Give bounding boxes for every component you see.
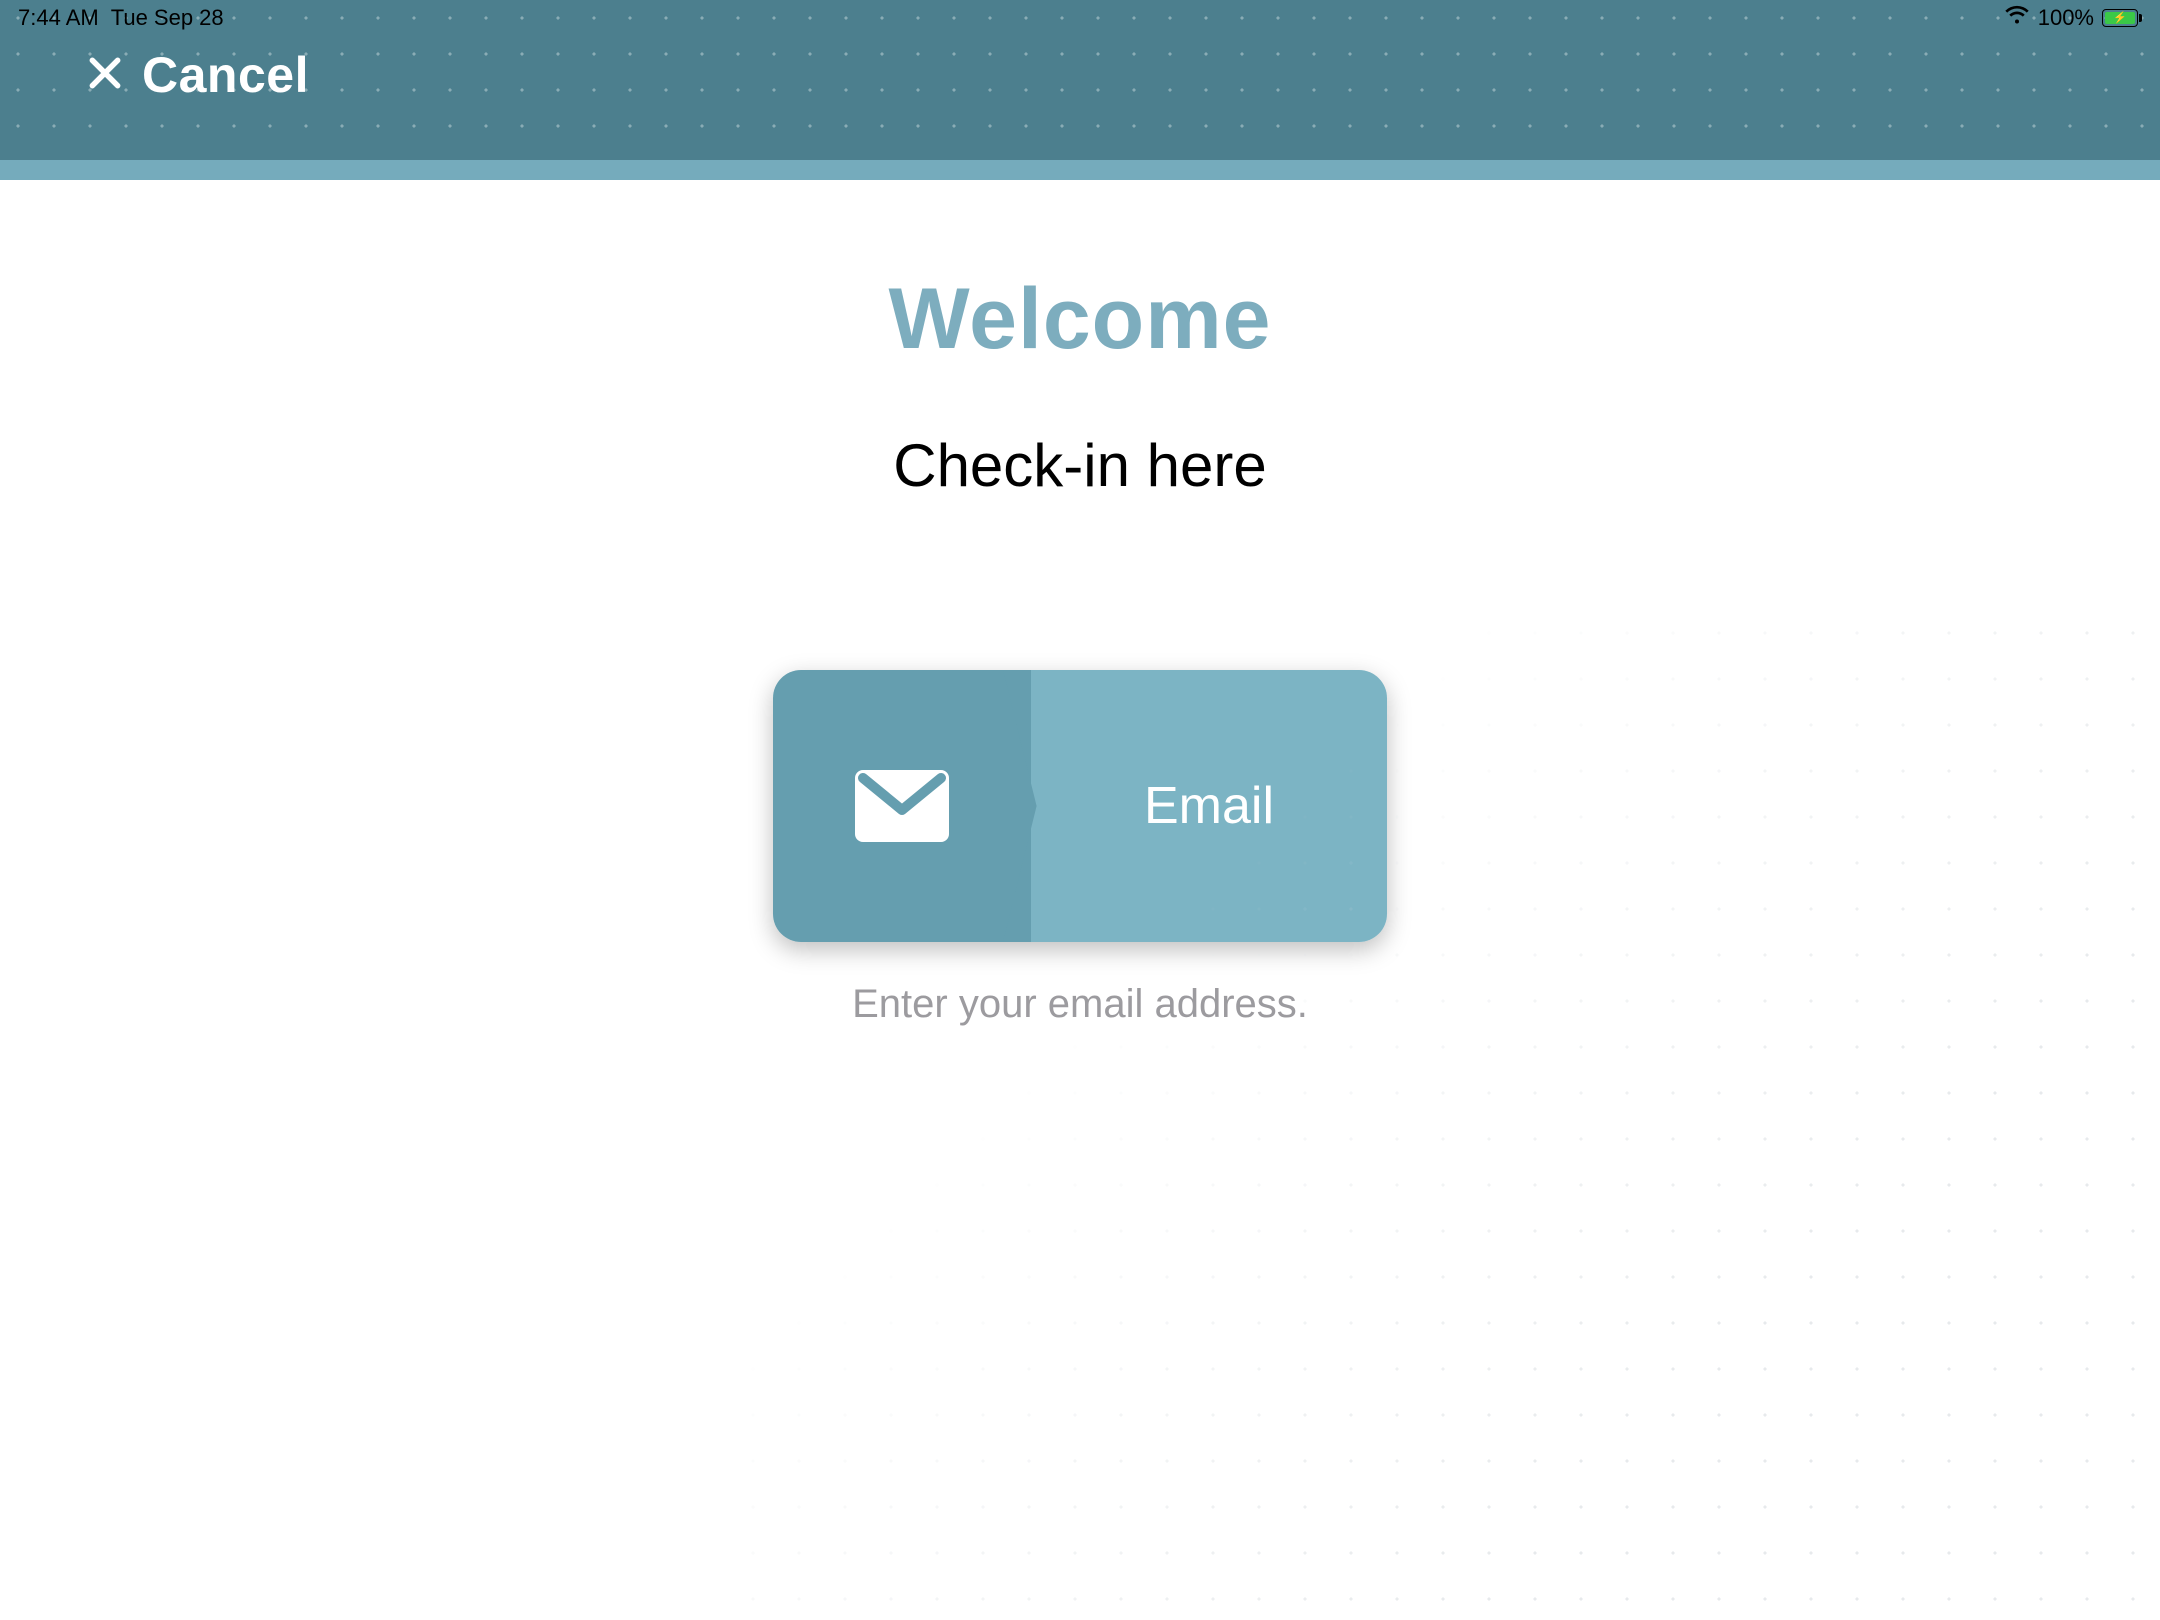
page-title: Welcome [889,270,1272,369]
battery-icon: ⚡ [2102,9,2142,27]
wifi-icon [2004,5,2030,31]
status-time: 7:44 AM [18,5,99,31]
email-button[interactable]: Email [773,670,1387,942]
battery-percent: 100% [2038,5,2094,31]
close-icon [86,46,124,104]
header-accent [0,160,2160,180]
email-icon-wrap [773,670,1031,942]
main-content: Welcome Check-in here Email Enter your e… [0,180,2160,1620]
cancel-label: Cancel [142,46,309,104]
email-button-label: Email [1031,670,1387,942]
page-subtitle: Check-in here [893,431,1267,500]
status-bar: 7:44 AM Tue Sep 28 100% ⚡ [0,0,2160,36]
email-hint: Enter your email address. [852,982,1308,1027]
status-date: Tue Sep 28 [111,5,224,31]
cancel-button[interactable]: Cancel [86,46,309,104]
envelope-icon [855,770,949,842]
